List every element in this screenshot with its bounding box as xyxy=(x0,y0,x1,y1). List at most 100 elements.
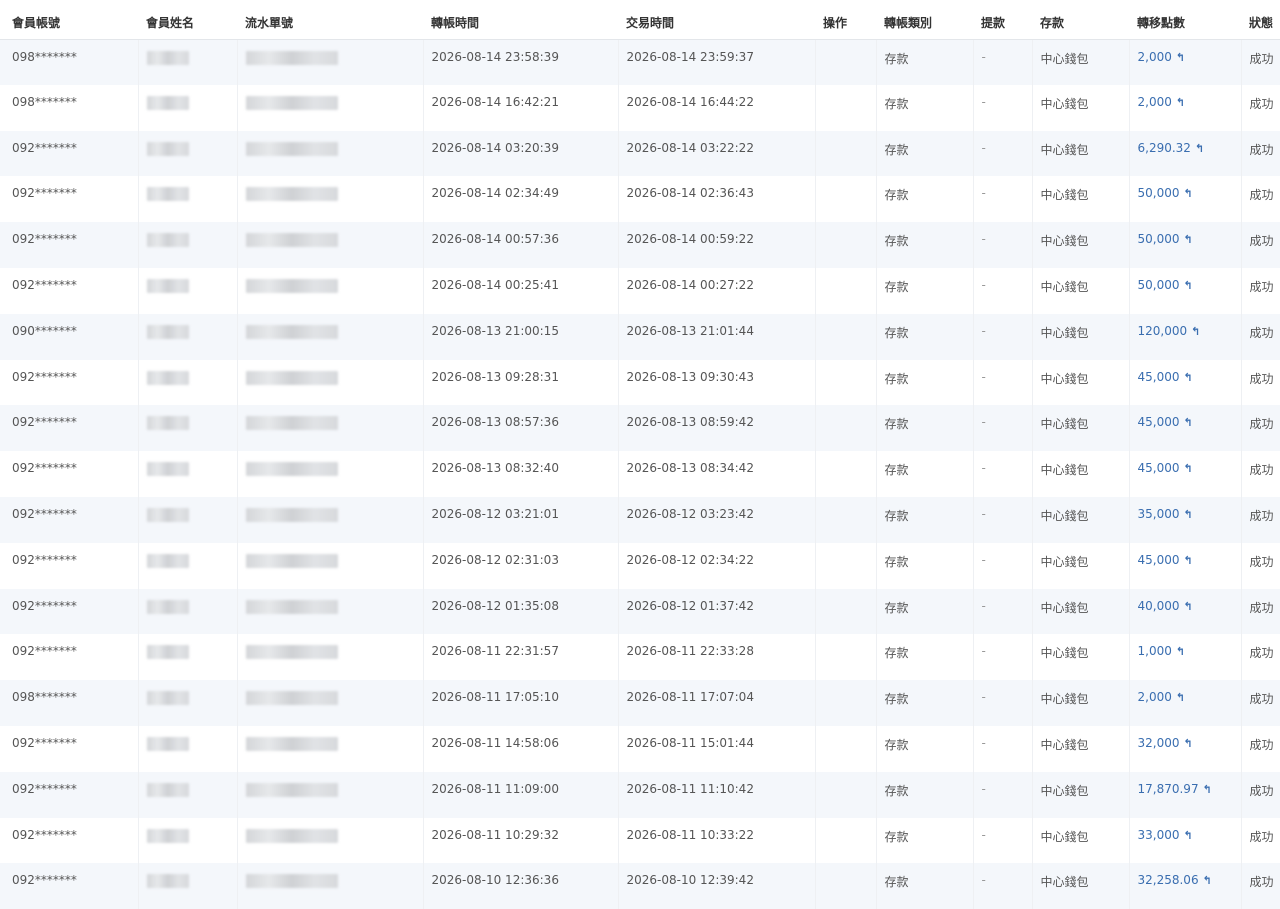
withdraw-cell: - xyxy=(973,496,1033,543)
transfer-points-link[interactable]: 2,000 xyxy=(1138,690,1172,704)
header-transfer-category[interactable]: 轉帳類別 xyxy=(876,0,973,40)
transfer-points-link[interactable]: 6,290.32 xyxy=(1138,141,1191,155)
table-row[interactable]: 092******* 2026-08-14 00:57:36 2026-08-14 … xyxy=(0,222,1280,268)
transfer-time-cell: 2026-08-12 03:21:01 xyxy=(423,496,619,543)
header-trade-time[interactable]: 交易時間 xyxy=(618,0,815,40)
undo-arrow-icon[interactable]: ↰ xyxy=(1184,462,1193,475)
redacted-name xyxy=(146,416,189,431)
serial-number-cell xyxy=(237,634,424,681)
member-name-cell xyxy=(138,39,238,85)
table-row[interactable]: 092******* 2026-08-13 08:32:40 2026-08-13 … xyxy=(0,451,1280,497)
undo-arrow-icon[interactable]: ↰ xyxy=(1191,325,1200,338)
transfer-points-link[interactable]: 33,000 xyxy=(1138,828,1180,842)
transfer-time-cell: 2026-08-11 10:29:32 xyxy=(423,817,619,864)
table-row[interactable]: 092******* 2026-08-12 02:31:03 2026-08-12 … xyxy=(0,542,1280,589)
serial-number-cell xyxy=(237,39,424,85)
transfer-points-cell: 1,000 ↰ xyxy=(1129,634,1242,681)
table-row[interactable]: 092******* 2026-08-11 14:58:06 2026-08-11 … xyxy=(0,725,1280,772)
table-row[interactable]: 092******* 2026-08-14 02:34:49 2026-08-14 … xyxy=(0,176,1280,223)
redacted-serial-number xyxy=(245,95,338,110)
transfer-points-link[interactable]: 17,870.97 xyxy=(1138,782,1199,796)
transfer-points-link[interactable]: 50,000 xyxy=(1138,278,1180,292)
operation-cell xyxy=(815,863,877,909)
withdraw-cell: - xyxy=(973,863,1033,909)
table-row[interactable]: 098******* 2026-08-11 17:05:10 2026-08-11 … xyxy=(0,680,1280,726)
transfer-points-link[interactable]: 2,000 xyxy=(1138,95,1172,109)
table-row[interactable]: 092******* 2026-08-11 22:31:57 2026-08-11 … xyxy=(0,634,1280,681)
header-transfer-time[interactable]: 轉帳時間 xyxy=(423,0,618,40)
header-transfer-points[interactable]: 轉移點數 xyxy=(1129,0,1241,40)
undo-arrow-icon[interactable]: ↰ xyxy=(1184,233,1193,246)
undo-arrow-icon[interactable]: ↰ xyxy=(1203,783,1212,796)
transfer-points-link[interactable]: 1,000 xyxy=(1138,644,1172,658)
transfer-category-cell: 存款 xyxy=(876,222,974,268)
table-row[interactable]: 090******* 2026-08-13 21:00:15 2026-08-13 … xyxy=(0,313,1280,360)
operation-cell xyxy=(815,817,877,864)
table-row[interactable]: 092******* 2026-08-13 09:28:31 2026-08-13 … xyxy=(0,359,1280,406)
redacted-name xyxy=(146,233,189,248)
transfer-points-link[interactable]: 45,000 xyxy=(1138,370,1180,384)
undo-arrow-icon[interactable]: ↰ xyxy=(1184,737,1193,750)
status-cell: 成功 xyxy=(1241,84,1280,131)
redacted-name xyxy=(146,141,189,156)
table-row[interactable]: 092******* 2026-08-14 03:20:39 2026-08-14 … xyxy=(0,130,1280,177)
undo-arrow-icon[interactable]: ↰ xyxy=(1184,600,1193,613)
transfer-points-link[interactable]: 45,000 xyxy=(1138,461,1180,475)
header-status[interactable]: 狀態 xyxy=(1241,0,1280,40)
member-name-cell xyxy=(138,451,238,497)
transfer-points-link[interactable]: 2,000 xyxy=(1138,50,1172,64)
transfer-points-link[interactable]: 35,000 xyxy=(1138,507,1180,521)
undo-arrow-icon[interactable]: ↰ xyxy=(1176,691,1185,704)
header-operation[interactable]: 操作 xyxy=(815,0,876,40)
undo-arrow-icon[interactable]: ↰ xyxy=(1195,142,1204,155)
undo-arrow-icon[interactable]: ↰ xyxy=(1184,187,1193,200)
table-row[interactable]: 092******* 2026-08-11 11:09:00 2026-08-11 … xyxy=(0,771,1280,818)
table-row[interactable]: 092******* 2026-08-11 10:29:32 2026-08-11 … xyxy=(0,817,1280,864)
table-row[interactable]: 092******* 2026-08-14 00:25:41 2026-08-14 … xyxy=(0,267,1280,314)
undo-arrow-icon[interactable]: ↰ xyxy=(1203,874,1212,887)
undo-arrow-icon[interactable]: ↰ xyxy=(1184,416,1193,429)
transfer-points-link[interactable]: 32,000 xyxy=(1138,736,1180,750)
undo-arrow-icon[interactable]: ↰ xyxy=(1184,554,1193,567)
undo-arrow-icon[interactable]: ↰ xyxy=(1184,829,1193,842)
transfer-points-link[interactable]: 40,000 xyxy=(1138,599,1180,613)
table-row[interactable]: 098******* 2026-08-14 16:42:21 2026-08-14 … xyxy=(0,84,1280,131)
transfer-points-link[interactable]: 120,000 xyxy=(1138,324,1188,338)
deposit-cell: 中心錢包 xyxy=(1032,130,1130,177)
transfer-points-link[interactable]: 50,000 xyxy=(1138,232,1180,246)
header-member-account[interactable]: 會員帳號 xyxy=(0,0,138,40)
table-row[interactable]: 092******* 2026-08-12 01:35:08 2026-08-12 … xyxy=(0,588,1280,635)
member-account-cell: 092******* xyxy=(0,496,139,543)
trade-time-cell: 2026-08-10 12:39:42 xyxy=(618,863,816,909)
table-row[interactable]: 092******* 2026-08-12 03:21:01 2026-08-12 … xyxy=(0,496,1280,543)
transfer-points-link[interactable]: 45,000 xyxy=(1138,553,1180,567)
status-cell: 成功 xyxy=(1241,313,1280,360)
transfer-points-link[interactable]: 45,000 xyxy=(1138,415,1180,429)
header-serial-number[interactable]: 流水單號 xyxy=(237,0,423,40)
undo-arrow-icon[interactable]: ↰ xyxy=(1176,96,1185,109)
table-row[interactable]: 098******* 2026-08-14 23:58:39 2026-08-14 … xyxy=(0,39,1280,85)
trade-time-cell: 2026-08-14 16:44:22 xyxy=(618,84,816,131)
status-cell: 成功 xyxy=(1241,725,1280,772)
table-header-row: 會員帳號 會員姓名 流水單號 轉帳時間 交易時間 操作 轉帳類別 提款 存款 轉… xyxy=(0,0,1280,40)
header-member-name[interactable]: 會員姓名 xyxy=(138,0,237,40)
operation-cell xyxy=(815,680,877,726)
transfer-category-cell: 存款 xyxy=(876,634,974,681)
undo-arrow-icon[interactable]: ↰ xyxy=(1176,645,1185,658)
status-cell: 成功 xyxy=(1241,405,1280,452)
header-deposit[interactable]: 存款 xyxy=(1032,0,1129,40)
header-withdraw[interactable]: 提款 xyxy=(973,0,1032,40)
undo-arrow-icon[interactable]: ↰ xyxy=(1184,279,1193,292)
transfer-time-cell: 2026-08-11 11:09:00 xyxy=(423,771,619,818)
transfer-points-link[interactable]: 32,258.06 xyxy=(1138,873,1199,887)
status-cell: 成功 xyxy=(1241,130,1280,177)
transfer-points-link[interactable]: 50,000 xyxy=(1138,186,1180,200)
redacted-serial-number xyxy=(245,553,338,568)
table-row[interactable]: 092******* 2026-08-10 12:36:36 2026-08-10 … xyxy=(0,863,1280,909)
undo-arrow-icon[interactable]: ↰ xyxy=(1184,508,1193,521)
trade-time-cell: 2026-08-11 15:01:44 xyxy=(618,725,816,772)
transfer-time-cell: 2026-08-13 08:57:36 xyxy=(423,405,619,452)
undo-arrow-icon[interactable]: ↰ xyxy=(1176,51,1185,64)
table-row[interactable]: 092******* 2026-08-13 08:57:36 2026-08-13 … xyxy=(0,405,1280,452)
undo-arrow-icon[interactable]: ↰ xyxy=(1184,371,1193,384)
